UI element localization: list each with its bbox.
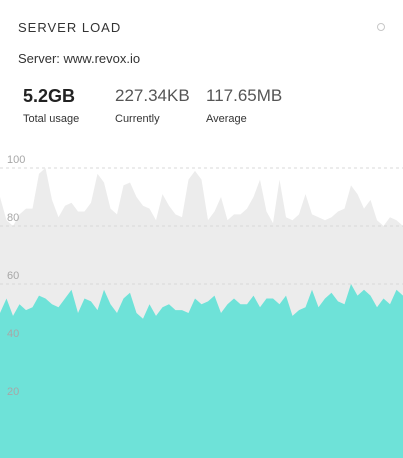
circle-options-icon[interactable]	[377, 23, 385, 31]
stat-label: Average	[206, 113, 282, 125]
y-tick-label: 60	[7, 270, 19, 282]
stat-value: 117.65MB	[206, 86, 282, 106]
widget-title: SERVER LOAD	[18, 20, 121, 35]
server-name: Server: www.revox.io	[18, 51, 140, 66]
stat-average: 117.65MB Average	[206, 86, 282, 125]
y-tick-label: 80	[7, 212, 19, 224]
stat-value: 227.34KB	[115, 86, 190, 106]
stat-currently: 227.34KB Currently	[115, 86, 190, 125]
server-load-chart: 20406080100	[0, 158, 403, 458]
y-tick-label: 100	[7, 154, 25, 166]
stat-label: Currently	[115, 113, 190, 125]
stat-total-usage: 5.2GB Total usage	[23, 86, 79, 125]
series-lower-area	[0, 284, 403, 458]
server-load-widget: SERVER LOAD Server: www.revox.io 5.2GB T…	[0, 0, 403, 458]
y-tick-label: 40	[7, 328, 19, 340]
stat-value: 5.2GB	[23, 86, 79, 106]
stat-label: Total usage	[23, 113, 79, 125]
y-tick-label: 20	[7, 386, 19, 398]
widget-header: SERVER LOAD	[18, 20, 385, 38]
area-chart	[0, 158, 403, 458]
